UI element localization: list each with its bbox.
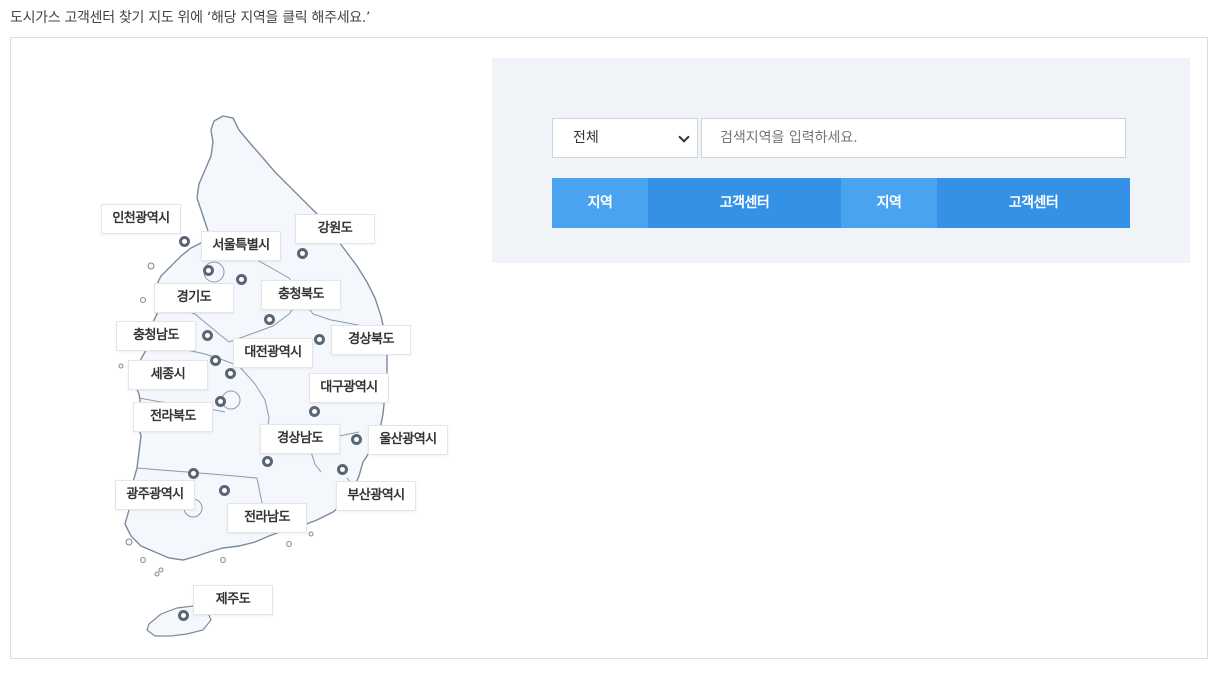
- region-label-chungnam[interactable]: 충청남도: [116, 321, 196, 351]
- region-label-seoul[interactable]: 서울특별시: [201, 231, 281, 261]
- region-label-sejong[interactable]: 세종시: [128, 360, 208, 390]
- column-header-region-2: 지역: [841, 178, 937, 228]
- search-input[interactable]: [701, 118, 1126, 158]
- pin-gwangju[interactable]: [188, 468, 199, 479]
- region-label-daejeon[interactable]: 대전광역시: [233, 338, 313, 368]
- column-header-center-1: 고객센터: [648, 178, 841, 228]
- region-label-gyeongnam[interactable]: 경상남도: [260, 424, 340, 454]
- region-label-daegu[interactable]: 대구광역시: [309, 373, 389, 403]
- pin-sejong[interactable]: [225, 368, 236, 379]
- search-panel: 전체 지역 고객센터 지역 고객센터: [492, 58, 1190, 263]
- pin-daegu[interactable]: [309, 406, 320, 417]
- pin-incheon[interactable]: [179, 236, 190, 247]
- column-header-center-2: 고객센터: [937, 178, 1130, 228]
- column-header-region-1: 지역: [552, 178, 648, 228]
- pin-jeonnam[interactable]: [219, 485, 230, 496]
- region-label-gangwon[interactable]: 강원도: [295, 214, 375, 244]
- region-label-jeju[interactable]: 제주도: [193, 585, 273, 615]
- pin-jeonbuk[interactable]: [215, 396, 226, 407]
- chevron-down-icon: [678, 131, 690, 143]
- pin-jeju[interactable]: [178, 610, 189, 621]
- region-select-value: 전체: [573, 130, 599, 146]
- region-label-gyeonggi[interactable]: 경기도: [154, 283, 234, 313]
- customer-center-finder: 인천광역시 서울특별시 강원도 경기도 충청북도 충청남도 대전광역시 경상북도…: [10, 37, 1208, 659]
- region-label-incheon[interactable]: 인천광역시: [101, 204, 181, 234]
- pin-gyeongbuk[interactable]: [314, 334, 325, 345]
- pin-gyeonggi[interactable]: [236, 274, 247, 285]
- region-select[interactable]: 전체: [552, 118, 698, 158]
- pin-gangwon[interactable]: [297, 248, 308, 259]
- region-label-chungbuk[interactable]: 충청북도: [261, 280, 341, 310]
- region-label-jeonbuk[interactable]: 전라북도: [133, 402, 213, 432]
- pin-gyeongnam[interactable]: [262, 456, 273, 467]
- pin-busan[interactable]: [337, 464, 348, 475]
- pin-chungbuk[interactable]: [264, 314, 275, 325]
- pin-seoul[interactable]: [203, 265, 214, 276]
- page-guide-text: 도시가스 고객센터 찾기 지도 위에 ‘해당 지역을 클릭 해주세요.’: [10, 10, 371, 26]
- pin-chungnam[interactable]: [202, 330, 213, 341]
- region-label-jeonnam[interactable]: 전라남도: [227, 503, 307, 533]
- pin-ulsan[interactable]: [351, 434, 362, 445]
- pin-daejeon[interactable]: [210, 355, 221, 366]
- results-table-header: 지역 고객센터 지역 고객센터: [552, 178, 1130, 228]
- region-label-busan[interactable]: 부산광역시: [336, 481, 416, 511]
- region-label-ulsan[interactable]: 울산광역시: [368, 425, 448, 455]
- region-label-gyeongbuk[interactable]: 경상북도: [331, 325, 411, 355]
- region-label-gwangju[interactable]: 광주광역시: [115, 480, 195, 510]
- korea-map: 인천광역시 서울특별시 강원도 경기도 충청북도 충청남도 대전광역시 경상북도…: [11, 38, 491, 660]
